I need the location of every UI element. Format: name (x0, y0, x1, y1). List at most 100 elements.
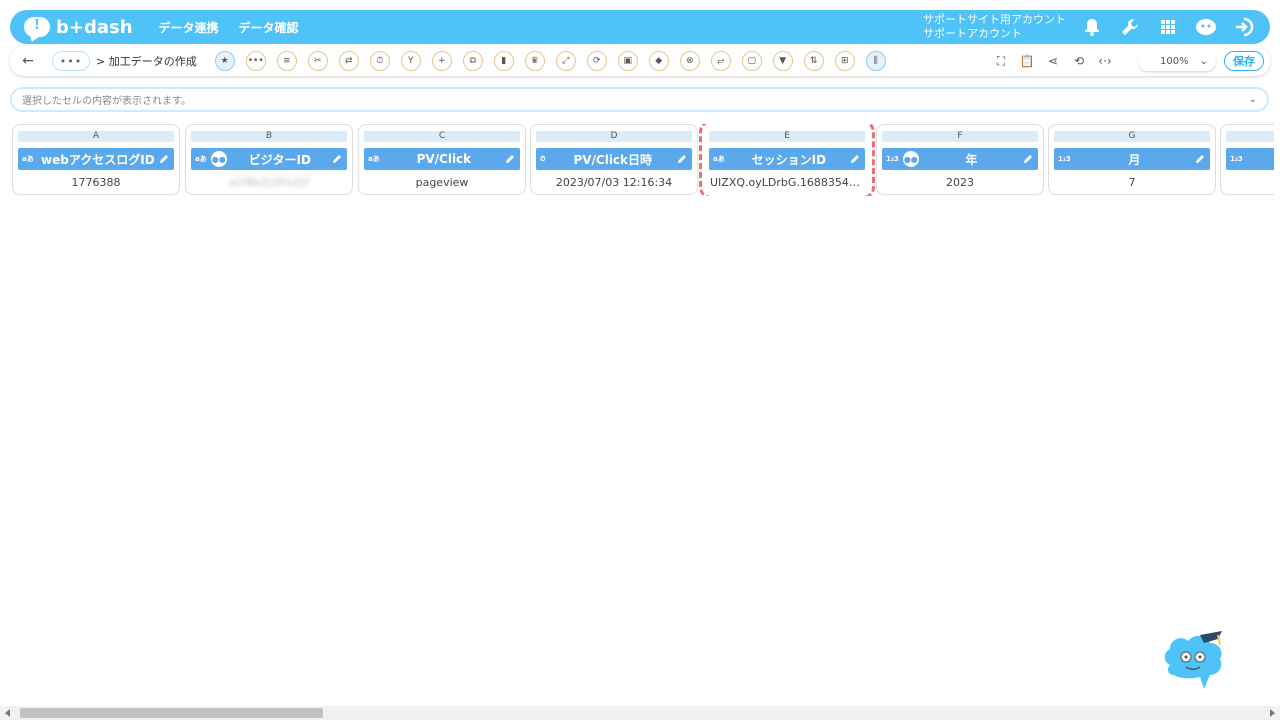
nav-data-check[interactable]: データ確認 (239, 19, 299, 36)
type-icon: aあ (195, 155, 207, 163)
cell-content-placeholder: 選択したセルの内容が表示されます。 (22, 96, 191, 107)
timer-icon[interactable]: ⏱ (369, 51, 390, 71)
column-name: セッションID (751, 152, 827, 167)
column-header[interactable]: aあ ●● ビジターID (191, 148, 347, 170)
transform-icon[interactable]: ⥂ (710, 51, 731, 71)
logo[interactable]: ! b+dash (24, 17, 133, 38)
column-sample-value: 2023/07/03 12:16:34 (555, 176, 673, 189)
repeat-icon[interactable]: ⟳ (586, 51, 607, 71)
pencil-icon[interactable] (331, 153, 343, 165)
star-icon[interactable]: ★ (214, 51, 235, 71)
sort-icon[interactable]: ⇅ (803, 51, 824, 71)
clipboard-icon[interactable]: 📋 (1018, 52, 1036, 70)
logo-text: b+dash (56, 16, 133, 38)
zoom-select[interactable]: 100% ⌄ (1138, 51, 1216, 71)
column-card-d[interactable]: D ⏱ PV/Click日時 2023/07/03 12:16:34 (530, 124, 698, 195)
list-icon[interactable]: ≡ (276, 51, 297, 71)
columns-icon[interactable]: ⫼ (865, 51, 886, 71)
column-header[interactable]: aあ セッションID (709, 148, 865, 170)
save-button[interactable]: 保存 (1224, 51, 1264, 71)
scrollbar-thumb[interactable] (20, 708, 323, 718)
table-icon[interactable]: ⊞ (834, 51, 855, 71)
pencil-icon[interactable] (849, 153, 861, 165)
filter-icon[interactable]: ▼ (772, 51, 793, 71)
trash-icon[interactable]: ▮ (493, 51, 514, 71)
more-button[interactable]: ••• (52, 51, 90, 71)
type-icon: 1₂3 (886, 155, 899, 163)
column-letter: B (191, 131, 347, 142)
column-header[interactable]: aあ PV/Click (364, 148, 520, 170)
grid-icon[interactable] (1156, 15, 1180, 39)
column-sample-value: pageview (415, 176, 469, 189)
pencil-icon[interactable] (676, 153, 688, 165)
column-letter: E (709, 131, 865, 142)
split-tools-icon[interactable]: ✂ (307, 51, 328, 71)
pencil-icon[interactable] (1022, 153, 1034, 165)
column-name: ビジターID (248, 152, 311, 167)
type-icon: aあ (713, 155, 725, 163)
code-icon[interactable]: ‹·› (1096, 52, 1114, 70)
mascot-icon[interactable] (1194, 15, 1218, 39)
more-dots-icon[interactable]: ••• (245, 51, 266, 71)
column-header[interactable]: aあ webアクセスログID (18, 148, 174, 170)
branch-icon[interactable]: Y (400, 51, 421, 71)
column-header[interactable]: 1₂3 月 (1054, 148, 1210, 170)
refresh-file-icon[interactable]: ⟲ (1070, 52, 1088, 70)
cube-icon[interactable]: ◆ (648, 51, 669, 71)
column-card-a[interactable]: Aaあ webアクセスログID 1776388 (12, 124, 180, 195)
column-letter: F (882, 131, 1038, 142)
logout-icon[interactable] (1232, 15, 1256, 39)
plus-icon[interactable]: + (431, 51, 452, 71)
bell-icon[interactable] (1080, 15, 1104, 39)
column-name: 年 (965, 152, 978, 167)
tool-icons: ★ ••• ≡ ✂ ⇄ ⏱ Y + ⧉ ▮ ♛ ⤢ ⟳ ▣ ◆ ⊗ ⥂ ▢ ▼ … (214, 51, 886, 71)
logo-mark: ! (24, 17, 50, 37)
swap-icon[interactable]: ⇄ (338, 51, 359, 71)
scroll-right-icon[interactable] (1270, 709, 1275, 717)
type-icon: 1₂3 (1058, 155, 1071, 163)
column-name: PV/Click日時 (573, 152, 653, 167)
column-strip: Aaあ webアクセスログID 1776388 Baあ ●● ビジターID a1f8b2c0… (12, 124, 1274, 196)
column-card-b[interactable]: Baあ ●● ビジターID a1f8b2c0f1d2f (185, 124, 353, 195)
chevron-down-icon[interactable]: ⌄ (1249, 94, 1257, 105)
column-letter: A (18, 131, 174, 142)
account-info[interactable]: サポートサイト用アカウント サポートアカウント (923, 13, 1066, 41)
type-icon: aあ (368, 155, 380, 163)
assistant-mascot[interactable] (1160, 625, 1230, 691)
crown-icon[interactable]: ♛ (524, 51, 545, 71)
type-icon: 1₂3 (1230, 155, 1243, 163)
column-header[interactable]: ⏱ PV/Click日時 (536, 148, 692, 170)
back-arrow-icon[interactable]: ← (16, 49, 40, 73)
column-card-h[interactable]: 1₂3 (1220, 124, 1274, 195)
account-line1: サポートサイト用アカウント (923, 13, 1066, 26)
column-card-f[interactable]: F 1₂3 ●● 年 2023 (876, 124, 1044, 195)
pencil-icon[interactable] (504, 153, 516, 165)
top-header: ! b+dash データ連携 データ確認 サポートサイト用アカウント サポートア… (10, 10, 1270, 44)
column-header[interactable]: 1₂3 ●● 年 (882, 148, 1038, 170)
pencil-icon[interactable] (158, 153, 170, 165)
lock-icon[interactable]: ▣ (617, 51, 638, 71)
column-card-g[interactable]: G 1₂3 月 7 (1048, 124, 1216, 195)
column-card-c[interactable]: Caあ PV/Click pageview (358, 124, 526, 195)
column-header[interactable]: 1₂3 (1226, 148, 1274, 170)
wrench-icon[interactable] (1118, 15, 1142, 39)
scroll-left-icon[interactable] (5, 709, 10, 717)
column-letter: D (536, 131, 692, 142)
cancel-icon[interactable]: ⊗ (679, 51, 700, 71)
column-letter (1226, 131, 1274, 142)
share-icon[interactable]: ⋖ (1044, 52, 1062, 70)
type-icon: ⏱ (540, 154, 546, 163)
column-sample-value: UIZXQ.oyLDrbG.1688354194... (710, 176, 870, 189)
cell-content-bar[interactable]: 選択したセルの内容が表示されます。 ⌄ (10, 87, 1269, 112)
column-card-e[interactable]: Eaあ セッションID UIZXQ.oyLDrbG.1688354194... (699, 124, 875, 196)
copy-icon[interactable]: ⧉ (462, 51, 483, 71)
column-sample-value: a1f8b2c0f1d2f (228, 176, 310, 189)
column-sample-value: 7 (1128, 176, 1136, 189)
horizontal-scrollbar[interactable] (0, 706, 1280, 720)
nav-data-link[interactable]: データ連携 (159, 19, 219, 36)
expand-icon[interactable]: ⤢ (555, 51, 576, 71)
square-icon[interactable]: ▢ (741, 51, 762, 71)
pencil-icon[interactable] (1194, 153, 1206, 165)
column-sample-value: 2023 (946, 176, 974, 189)
fullscreen-icon[interactable]: ⛶ (992, 52, 1010, 70)
